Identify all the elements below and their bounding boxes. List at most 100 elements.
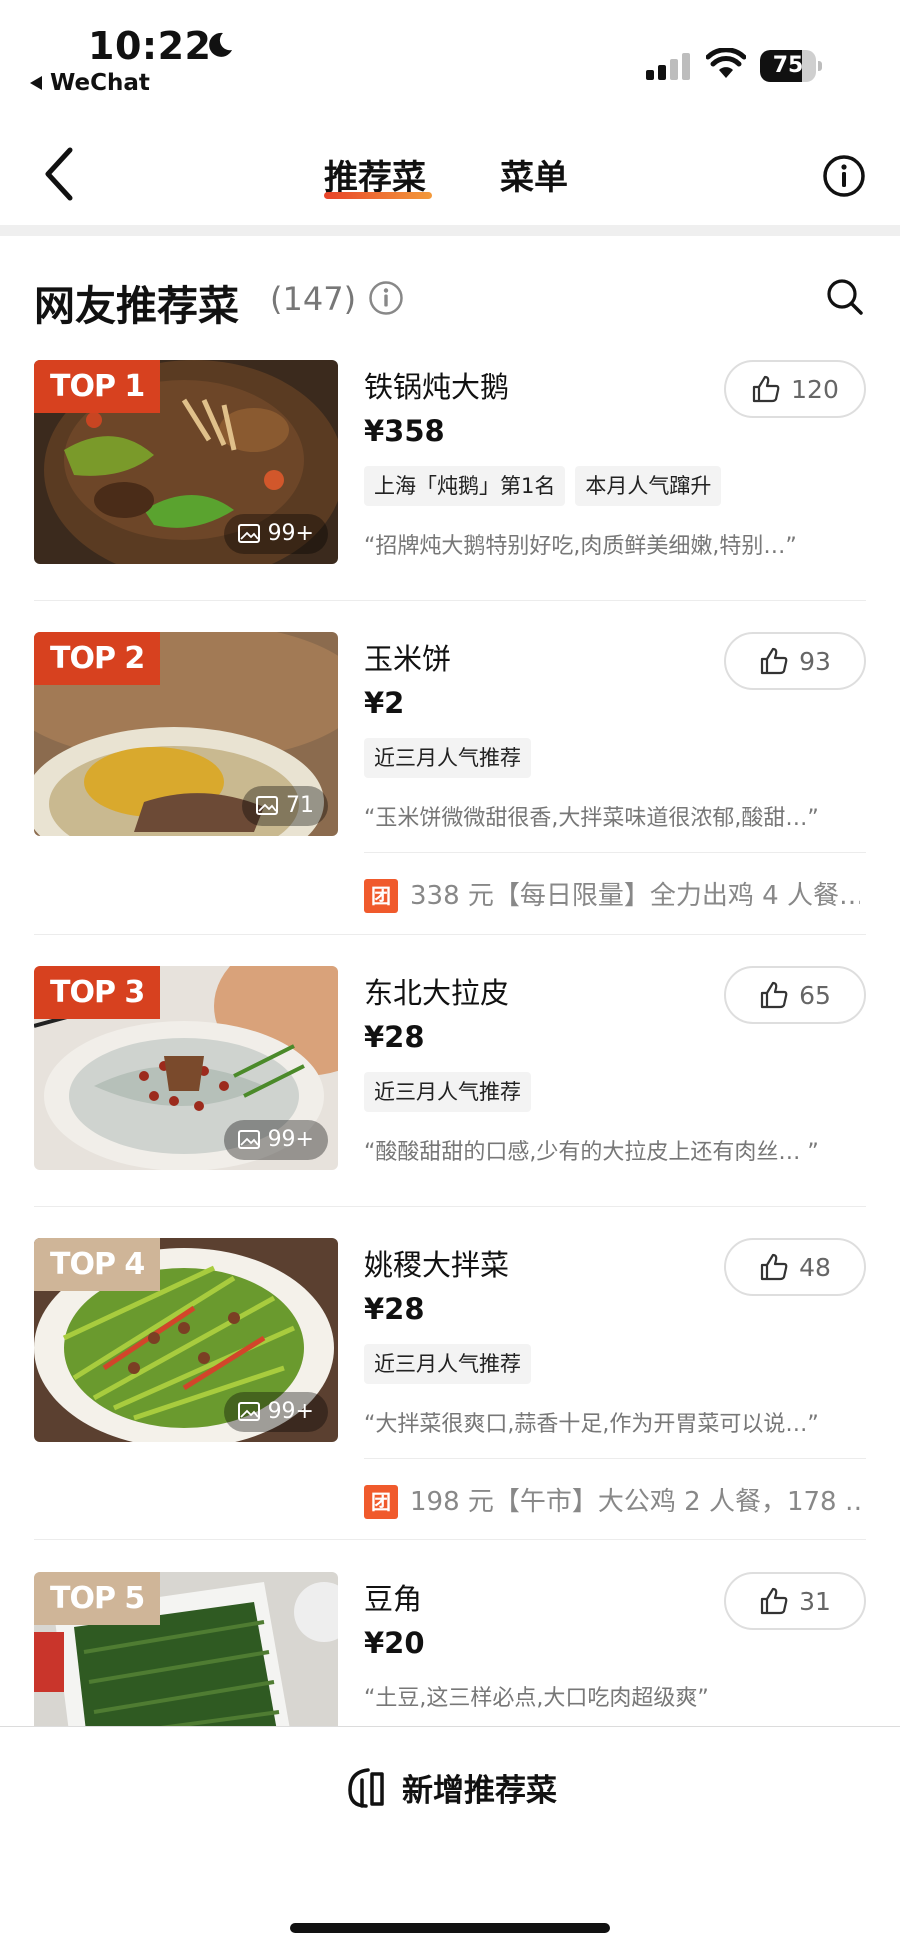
dish-item[interactable]: TOP 2 71 玉米饼 ¥2 近三月人气推荐 “玉米饼微微甜很香,大拌菜味道很… — [34, 632, 866, 932]
dish-name[interactable]: 东北大拉皮 — [364, 970, 509, 1012]
home-indicator[interactable] — [290, 1923, 610, 1933]
item-separator — [34, 1206, 866, 1207]
review-quote: “大拌菜很爽口,蒜香十足,作为开胃菜可以说…” — [364, 1412, 819, 1437]
status-time: 10:22 — [88, 24, 212, 68]
dish-price: ¥28 — [364, 1292, 425, 1326]
status-bar: 10:22 WeChat 75 — [0, 0, 900, 110]
like-button[interactable]: 93 — [724, 632, 866, 690]
dish-tags: 近三月人气推荐 — [364, 1072, 531, 1112]
rank-badge: TOP 1 — [34, 360, 161, 413]
review-quote: “玉米饼微微甜很香,大拌菜味道很浓郁,酸甜…” — [364, 806, 819, 831]
dish-photo[interactable]: TOP 1 99+ — [34, 360, 338, 564]
thumbs-up-icon — [760, 981, 788, 1009]
dish-photo[interactable]: TOP 5 — [34, 1572, 338, 1726]
nav-divider — [0, 225, 900, 236]
back-arrow-icon[interactable] — [40, 146, 80, 202]
rank-badge: TOP 5 — [34, 1572, 161, 1625]
dish-tag: 近三月人气推荐 — [364, 738, 531, 778]
back-app-label: WeChat — [50, 70, 150, 96]
photo-count: 99+ — [267, 1127, 314, 1152]
dish-item[interactable]: TOP 3 99+ 东北大拉皮 ¥28 近三月人气推荐 “酸酸甜甜的口感,少有的… — [34, 966, 866, 1186]
thumbs-up-icon — [760, 1253, 788, 1281]
dish-price: ¥20 — [364, 1626, 425, 1660]
like-count: 120 — [791, 374, 839, 404]
info-icon[interactable] — [822, 154, 866, 198]
back-triangle-icon — [30, 76, 42, 90]
dish-name[interactable]: 豆角 — [364, 1576, 422, 1618]
like-button[interactable]: 65 — [724, 966, 866, 1024]
dish-price: ¥2 — [364, 686, 405, 720]
dish-item[interactable]: TOP 4 99+ 姚稷大拌菜 ¥28 近三月人气推荐 “大拌菜很爽口,蒜香十足… — [34, 1238, 866, 1538]
add-recommended-dish-label: 新增推荐菜 — [402, 1773, 557, 1809]
item-separator — [34, 1539, 866, 1540]
dish-photo[interactable]: TOP 3 99+ — [34, 966, 338, 1170]
bottom-bar: 新增推荐菜 — [0, 1726, 900, 1951]
tab-menu[interactable]: 菜单 — [500, 150, 568, 199]
group-deal[interactable]: 团 198 元【午市】大公鸡 2 人餐，178 … — [364, 1458, 866, 1538]
battery-level: 75 — [772, 53, 804, 78]
dish-item[interactable]: TOP 5 豆角 ¥20 “土豆,这三样必点,大口吃肉超级爽” 31 — [34, 1572, 866, 1726]
rank-badge: TOP 4 — [34, 1238, 161, 1291]
dish-item[interactable]: TOP 1 99+ 铁锅炖大鹅 ¥358 上海「炖鹅」第1名 本月人气蹿升 “招… — [34, 360, 866, 580]
dish-tag: 上海「炖鹅」第1名 — [364, 466, 566, 506]
dish-price: ¥358 — [364, 414, 445, 448]
cellular-signal-icon — [646, 53, 690, 80]
photo-count-badge[interactable]: 99+ — [223, 514, 328, 554]
section-count: (147) — [270, 280, 357, 318]
photo-count: 71 — [286, 793, 314, 818]
group-deal[interactable]: 团 338 元【每日限量】全力出鸡 4 人餐… — [364, 852, 866, 932]
dish-name[interactable]: 姚稷大拌菜 — [364, 1242, 509, 1284]
moon-icon — [209, 32, 232, 57]
like-button[interactable]: 120 — [724, 360, 866, 418]
dish-tags: 上海「炖鹅」第1名 本月人气蹿升 — [364, 466, 722, 506]
photo-count-badge[interactable]: 71 — [242, 786, 328, 826]
like-button[interactable]: 31 — [724, 1572, 866, 1630]
dish-tag: 近三月人气推荐 — [364, 1072, 531, 1112]
thumbs-up-icon — [760, 647, 788, 675]
section-info-icon[interactable] — [368, 280, 404, 316]
like-button[interactable]: 48 — [724, 1238, 866, 1296]
photo-count-badge[interactable]: 99+ — [223, 1120, 328, 1160]
add-dish-icon — [348, 1767, 384, 1808]
thumbs-up-icon — [753, 375, 780, 403]
review-quote: “土豆,这三样必点,大口吃肉超级爽” — [364, 1686, 709, 1711]
dish-price: ¥28 — [364, 1020, 425, 1054]
dish-name[interactable]: 铁锅炖大鹅 — [364, 364, 509, 406]
battery-indicator: 75 — [760, 50, 822, 82]
group-deal-icon: 团 — [364, 1485, 398, 1519]
rank-badge: TOP 3 — [34, 966, 161, 1019]
image-icon — [237, 1402, 260, 1421]
dish-tags: 近三月人气推荐 — [364, 738, 531, 778]
thumbs-up-icon — [760, 1587, 788, 1615]
dish-photo[interactable]: TOP 2 71 — [34, 632, 338, 836]
group-deal-text: 198 元【午市】大公鸡 2 人餐，178 … — [410, 1487, 860, 1517]
back-to-app-link[interactable]: WeChat — [30, 70, 150, 96]
review-quote: “酸酸甜甜的口感,少有的大拉皮上还有肉丝… ” — [364, 1140, 819, 1165]
active-tab-underline — [324, 192, 432, 199]
like-count: 48 — [799, 1252, 831, 1282]
image-icon — [237, 1130, 260, 1149]
like-count: 65 — [799, 980, 831, 1010]
wifi-icon — [706, 48, 746, 78]
group-deal-icon: 团 — [364, 879, 398, 913]
add-recommended-dish-button[interactable]: 新增推荐菜 — [346, 1765, 557, 1810]
dish-name[interactable]: 玉米饼 — [364, 636, 451, 678]
dish-tag: 本月人气蹿升 — [575, 466, 722, 506]
dish-tags: 近三月人气推荐 — [364, 1344, 531, 1384]
dish-tag: 近三月人气推荐 — [364, 1344, 531, 1384]
photo-count: 99+ — [267, 1399, 314, 1424]
top-nav: 推荐菜 菜单 — [0, 120, 900, 230]
photo-count-badge[interactable]: 99+ — [223, 1392, 328, 1432]
item-separator — [34, 600, 866, 601]
section-title: 网友推荐菜 — [34, 282, 239, 330]
search-icon[interactable] — [826, 278, 864, 316]
dish-photo[interactable]: TOP 4 99+ — [34, 1238, 338, 1442]
like-count: 31 — [799, 1586, 831, 1616]
rank-badge: TOP 2 — [34, 632, 161, 685]
image-icon — [256, 796, 278, 815]
review-quote: “招牌炖大鹅特别好吃,肉质鲜美细嫩,特别…” — [364, 534, 797, 559]
like-count: 93 — [799, 646, 831, 676]
group-deal-text: 338 元【每日限量】全力出鸡 4 人餐… — [410, 881, 860, 911]
photo-count: 99+ — [267, 521, 314, 546]
image-icon — [237, 524, 260, 543]
